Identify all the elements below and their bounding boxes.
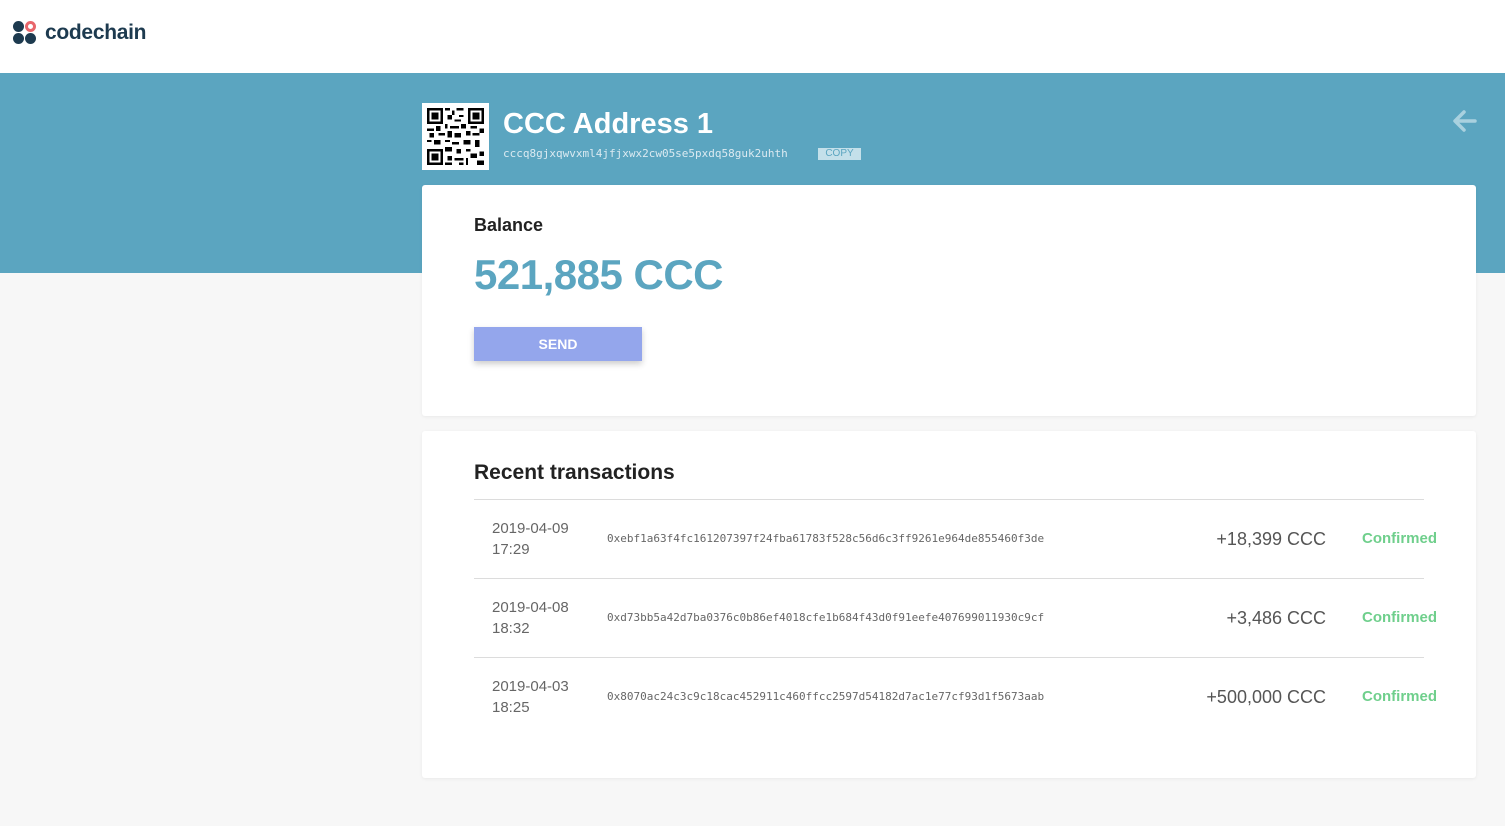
tx-hash-link[interactable]: 0xd73bb5a42d7ba0376c0b86ef4018cfe1b684f4… [607,611,1044,624]
tx-amount: +18,399 CCC [1216,529,1326,549]
balance-label: Balance [474,215,544,235]
tx-date: 2019-04-08 [492,599,569,616]
status-badge: Confirmed [1362,688,1437,705]
tx-time: 18:25 [492,699,530,716]
address-title: CCC Address 1 [503,108,714,140]
tx-amount: +3,486 CCC [1226,608,1326,628]
tx-datetime: 2019-04-08 18:32 [492,597,569,639]
tx-time: 17:29 [492,541,530,558]
tx-date: 2019-04-03 [492,678,569,695]
logo-text: codechain [45,21,147,44]
tx-datetime: 2019-04-09 17:29 [492,518,569,560]
codechain-logo-icon [12,20,38,46]
codechain-logo[interactable]: codechain [12,20,146,46]
transactions-list: 2019-04-09 17:29 0xebf1a63f4fc161207397f… [474,499,1437,737]
tx-hash-link[interactable]: 0xebf1a63f4fc161207397f24fba61783f528c56… [607,532,1044,545]
table-row: 2019-04-09 17:29 0xebf1a63f4fc161207397f… [474,500,1437,579]
arrow-left-icon[interactable] [1451,107,1479,135]
tx-date: 2019-04-09 [492,520,569,537]
recent-transactions-card: Recent transactions 2019-04-09 17:29 0xe… [422,431,1476,778]
tx-hash-link[interactable]: 0x8070ac24c3c9c18cac452911c460ffcc2597d5… [607,690,1044,703]
status-badge: Confirmed [1362,609,1437,626]
address-hash: cccq8gjxqwvxml4jfjxwx2cw05se5pxdq58guk2u… [503,147,788,160]
status-badge: Confirmed [1362,530,1437,547]
balance-value: 521,885 CCC [474,251,723,298]
table-row: 2019-04-03 18:25 0x8070ac24c3c9c18cac452… [474,658,1437,737]
tx-datetime: 2019-04-03 18:25 [492,676,569,718]
copy-button[interactable]: COPY [818,148,861,160]
qr-code-icon [422,103,489,170]
top-bar: codechain [0,0,1505,73]
recent-transactions-title: Recent transactions [474,461,675,484]
table-row: 2019-04-08 18:32 0xd73bb5a42d7ba0376c0b8… [474,579,1437,658]
balance-card: Balance 521,885 CCC SEND [422,185,1476,416]
tx-time: 18:32 [492,620,530,637]
tx-amount: +500,000 CCC [1206,687,1326,707]
send-button[interactable]: SEND [474,327,642,361]
